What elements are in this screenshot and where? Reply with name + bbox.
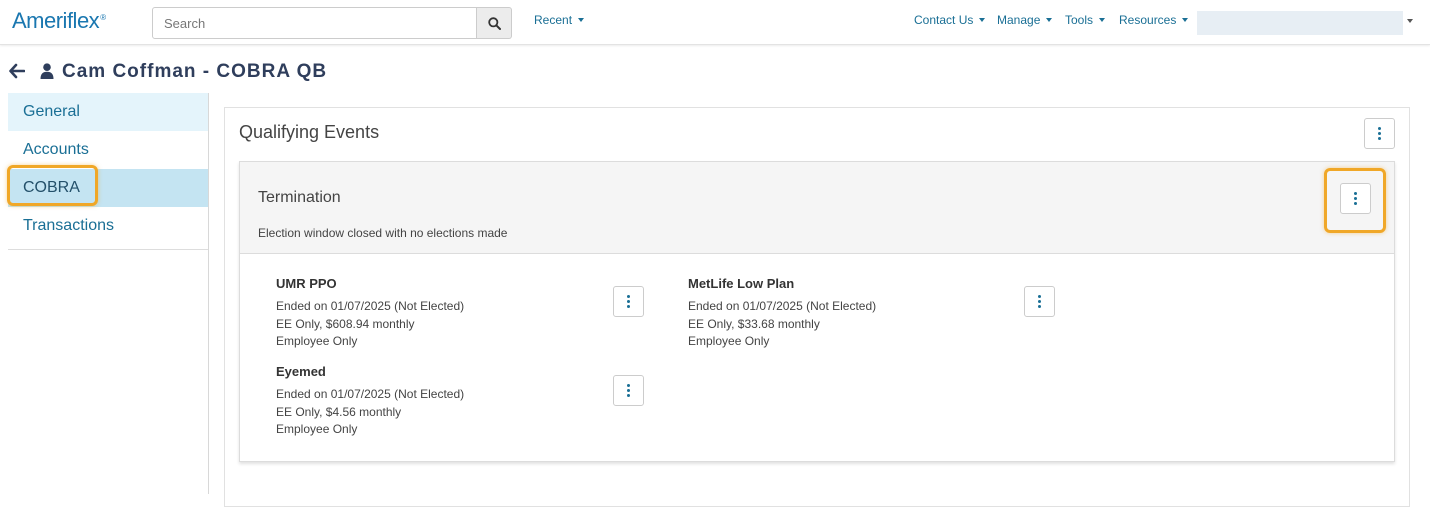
nav-manage-label: Manage [997,13,1041,27]
plan-coverage: Employee Only [276,422,358,436]
plan-name: Eyemed [276,364,326,379]
logo-text: Ameriflex [12,8,100,33]
kebab-icon [1038,295,1041,308]
page-title: Cam Coffman - COBRA QB [62,61,328,82]
nav-tools-label: Tools [1065,13,1094,27]
plan-coverage: Employee Only [276,334,358,348]
plan-cost: EE Only, $608.94 monthly [276,316,415,331]
section-title: Qualifying Events [239,122,380,142]
ameriflex-logo[interactable]: Ameriflex® [12,8,106,34]
section-actions-button[interactable] [1364,118,1395,149]
plan-actions-button[interactable] [613,286,644,317]
kebab-icon [1378,127,1381,140]
caret-down-icon [1046,18,1053,22]
logo-registered-mark: ® [100,12,106,22]
nav-recent[interactable]: Recent [534,13,585,27]
plan-actions-button[interactable] [1024,286,1055,317]
sidebar-item-transactions[interactable]: Transactions [8,207,208,245]
user-icon [40,63,54,84]
nav-contact-us[interactable]: Contact Us [914,13,986,27]
sidebar-item-accounts[interactable]: Accounts [8,131,208,169]
nav-tools[interactable]: Tools [1065,13,1106,27]
sidebar-divider [8,249,208,250]
plan-name: MetLife Low Plan [688,276,795,291]
highlight-event-actions [1324,168,1386,233]
kebab-icon [627,384,630,397]
caret-down-icon [1182,18,1189,22]
plan-item: MetLife Low Plan Ended on 01/07/2025 (No… [688,276,876,351]
nav-resources[interactable]: Resources [1119,13,1189,27]
plan-cost: EE Only, $33.68 monthly [688,316,820,331]
event-card-header [240,162,1394,254]
search-bar [152,7,512,39]
event-subtitle: Election window closed with no elections… [258,226,508,240]
user-menu-caret-icon[interactable] [1407,19,1413,23]
event-title: Termination [258,189,341,206]
nav-contact-us-label: Contact Us [914,13,974,27]
plan-item: UMR PPO Ended on 01/07/2025 (Not Elected… [276,276,464,351]
plan-item: Eyemed Ended on 01/07/2025 (Not Elected)… [276,364,464,439]
highlight-cobra-tab [7,165,98,206]
caret-down-icon [578,18,585,22]
user-account-menu[interactable] [1197,11,1403,35]
plan-status: Ended on 01/07/2025 (Not Elected) [688,299,877,313]
nav-recent-label: Recent [534,13,573,27]
caret-down-icon [1099,18,1106,22]
search-input[interactable] [152,7,478,39]
plan-status: Ended on 01/07/2025 (Not Elected) [276,299,465,313]
plan-name: UMR PPO [276,276,337,291]
top-navbar: Ameriflex® Recent Contact Us Manage Tool… [0,0,1430,45]
back-arrow-icon[interactable] [9,63,26,84]
sidebar-item-general[interactable]: General [8,93,208,131]
nav-manage[interactable]: Manage [997,13,1053,27]
plan-status: Ended on 01/07/2025 (Not Elected) [276,387,465,401]
nav-resources-label: Resources [1119,13,1177,27]
plan-actions-button[interactable] [613,375,644,406]
plan-cost: EE Only, $4.56 monthly [276,404,402,419]
search-icon [487,16,501,30]
plan-coverage: Employee Only [688,334,770,348]
kebab-icon [627,295,630,308]
caret-down-icon [979,18,986,22]
sidebar: General Accounts COBRA Transactions [8,93,209,494]
search-button[interactable] [477,7,512,39]
